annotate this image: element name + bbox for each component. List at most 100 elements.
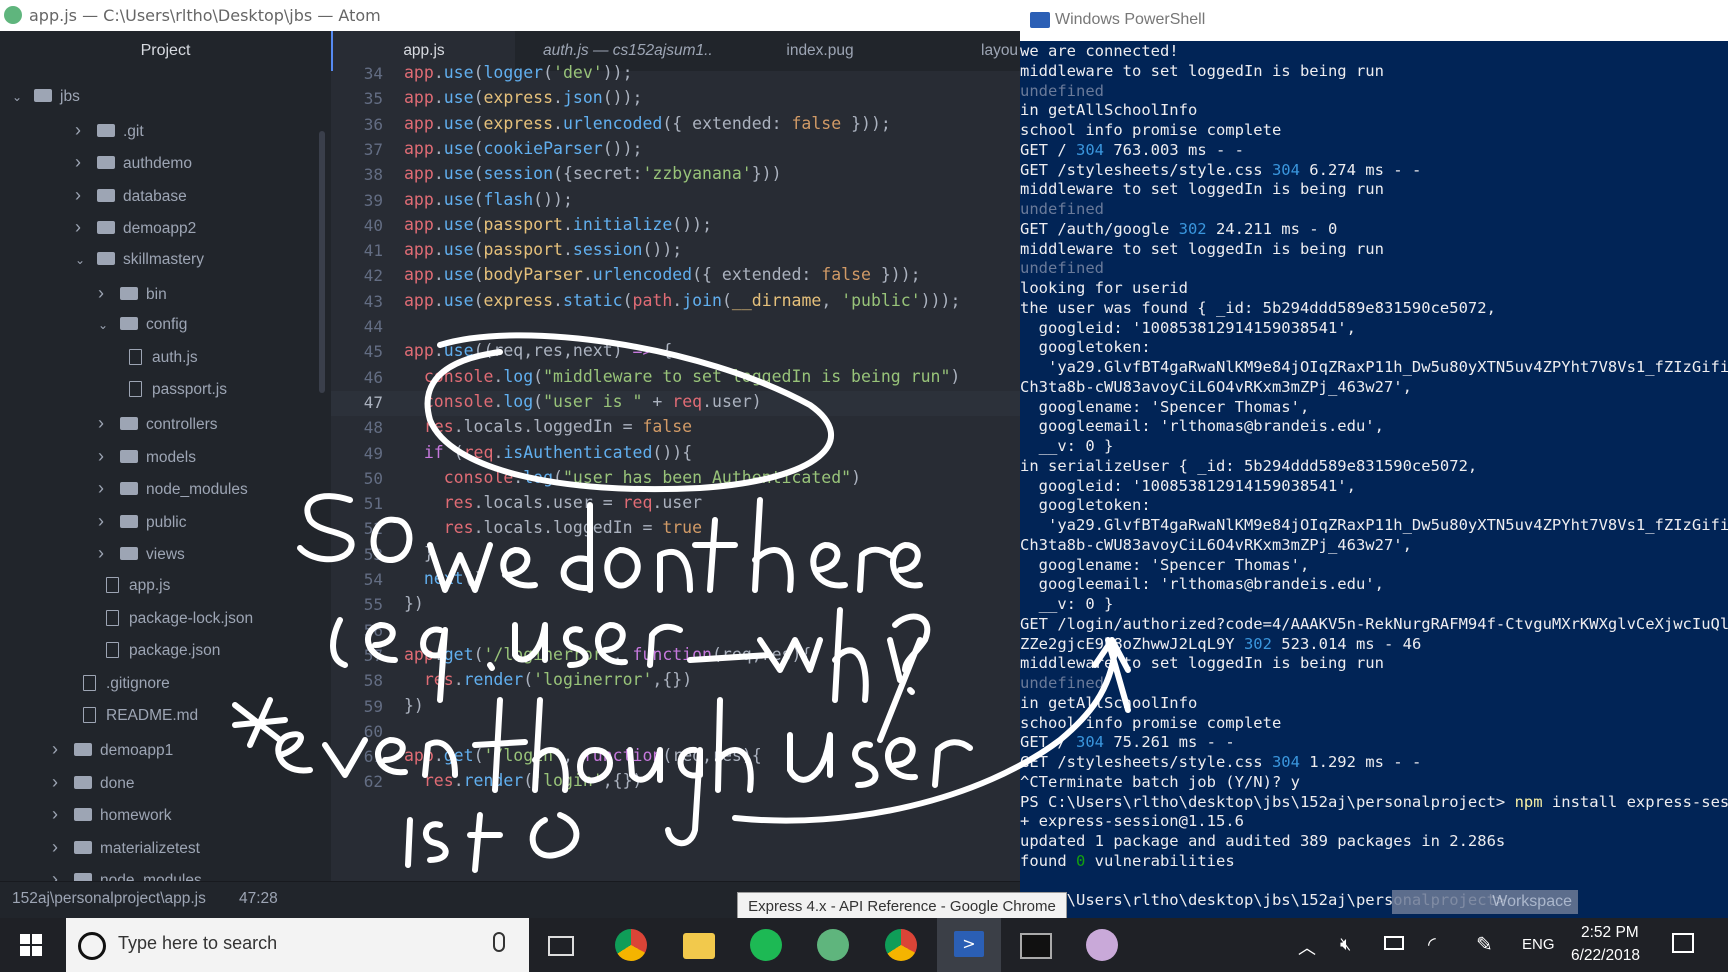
tree-scrollbar[interactable] (319, 131, 325, 393)
clock-date[interactable]: 6/22/2018 (1571, 947, 1640, 965)
console-line: middleware to set loggedIn is being run (1020, 180, 1384, 199)
console-line: 'ya29.GlvfBT4gaRwaNlKM9e84jOIqZRaxP11h_D… (1020, 516, 1728, 534)
taskbar-search[interactable]: Type here to search (66, 918, 529, 972)
code-line[interactable]: next() (404, 569, 484, 588)
tree-item-label: auth.js (152, 348, 198, 366)
code-line[interactable]: if (req.isAuthenticated()){ (404, 443, 692, 462)
tree-item-label: package-lock.json (129, 609, 254, 627)
code-line[interactable]: res.locals.loggedIn = false (404, 417, 692, 436)
tree-folder-models[interactable]: › models (98, 442, 196, 470)
folder-icon (74, 840, 92, 854)
powershell-taskbar-active[interactable]: > (937, 918, 1001, 972)
tree-folder-public[interactable]: › public (98, 507, 187, 535)
code-line[interactable]: app.use(cookieParser()); (404, 139, 642, 158)
tab-layout[interactable]: layou (981, 31, 1020, 71)
tree-folder-skillmastery[interactable]: ⌄ skillmastery (75, 246, 204, 274)
console-line: GET /login/authorized?code=4/AAAKV5n-Rek… (1020, 614, 1728, 633)
tree-folder-authdemo[interactable]: › authdemo (75, 148, 192, 176)
tree-folder-demoapp2[interactable]: › demoapp2 (75, 213, 196, 241)
tree-folder-views[interactable]: › views (98, 539, 185, 567)
github-icon[interactable] (1086, 929, 1118, 961)
pen-icon[interactable]: ✎ (1476, 932, 1493, 957)
tree-folder-node-modules[interactable]: › node_modules (98, 474, 248, 502)
volume-muted-icon[interactable]: 🔇︎ (1340, 934, 1351, 955)
code-line[interactable]: console.log("user is " + req.user) (404, 392, 762, 411)
folder-icon (74, 775, 92, 789)
powershell-icon (1030, 12, 1050, 28)
language-indicator[interactable]: ENG (1522, 936, 1555, 953)
windows-start-icon[interactable] (20, 934, 42, 956)
code-line[interactable]: console.log("user has been Authenticated… (404, 468, 861, 487)
code-line[interactable]: app.use(express.urlencoded({ extended: f… (404, 114, 891, 133)
tree-folder-controllers[interactable]: › controllers (98, 409, 218, 437)
chrome-icon[interactable] (615, 929, 647, 961)
tree-item-label: skillmastery (123, 251, 204, 268)
terminal-icon[interactable] (1020, 933, 1052, 959)
tree-folder-demoapp1[interactable]: › demoapp1 (52, 735, 173, 763)
tree-item-label: public (146, 513, 187, 531)
microphone-icon[interactable] (493, 932, 505, 952)
tree-file-package-json[interactable]: package.json (98, 637, 220, 665)
code-line[interactable]: }) (404, 696, 424, 715)
file-icon (129, 381, 142, 398)
tree-folder-git[interactable]: › .git (75, 116, 144, 144)
code-line[interactable]: console.log("middleware to set loggedIn … (404, 367, 960, 386)
status-file-path[interactable]: 152aj\personalproject\app.js (12, 890, 206, 908)
atom-title-bar: app.js — C:\Users\rltho\Desktop\jbs — At… (0, 0, 1020, 32)
wifi-icon[interactable]: ◜ (1428, 932, 1436, 957)
file-icon (106, 642, 119, 659)
tree-folder-jbs[interactable]: ⌄ jbs (12, 83, 80, 111)
code-line[interactable]: res.render('login',{}) (404, 771, 643, 790)
tree-folder-done[interactable]: › done (52, 768, 134, 796)
tree-file-readme-md[interactable]: README.md (75, 702, 198, 730)
code-line[interactable]: app.use(express.static(path.join(__dirna… (404, 291, 960, 310)
chrome-icon-2[interactable] (885, 929, 917, 961)
tree-folder-materializetest[interactable]: › materializetest (52, 833, 200, 861)
task-view-icon[interactable] (548, 936, 574, 956)
code-line[interactable]: }) (404, 594, 424, 613)
tab-index-pug[interactable]: index.pug (755, 31, 885, 71)
tree-item-label: models (146, 448, 196, 466)
tree-file-auth-js[interactable]: auth.js (121, 344, 198, 372)
console-line: GET /auth/google 302 24.211 ms - 0 (1020, 219, 1338, 238)
code-line[interactable]: app.use(bodyParser.urlencoded({ extended… (404, 265, 921, 284)
clock-time[interactable]: 2:52 PM (1581, 924, 1639, 942)
code-line[interactable]: app.use(express.json()); (404, 88, 642, 107)
notifications-icon[interactable] (1672, 933, 1694, 953)
file-explorer-icon[interactable] (683, 933, 715, 959)
code-line[interactable]: app.get('/login', function(req,res){ (404, 746, 762, 765)
line-number: 55 (363, 595, 383, 615)
line-number: 54 (363, 570, 383, 589)
code-line[interactable]: app.use((req,res,next) => { (404, 341, 672, 360)
code-line[interactable]: app.use(passport.session()); (404, 240, 682, 259)
tree-folder-database[interactable]: › database (75, 181, 187, 209)
tree-folder-homework[interactable]: › homework (52, 800, 172, 828)
project-tree[interactable]: Project ⌄ jbs › .git › authdemo › database › demo… (0, 31, 331, 889)
tree-file-gitignore[interactable]: .gitignore (75, 670, 170, 698)
tree-folder-bin[interactable]: › bin (98, 279, 167, 307)
atom-taskbar-icon[interactable] (817, 929, 849, 961)
powershell-console[interactable]: we are connected! middleware to set logge… (1020, 41, 1728, 918)
code-line[interactable]: } (404, 544, 434, 563)
spotify-icon[interactable] (750, 929, 782, 961)
tree-file-passport-js[interactable]: passport.js (121, 376, 227, 404)
code-line[interactable]: res.locals.user = req.user (404, 493, 702, 512)
code-line[interactable]: res.render('loginerror',{}) (404, 670, 692, 689)
chevron-right-icon: › (98, 445, 104, 466)
tray-chevron-up-icon[interactable]: ︿ (1298, 934, 1316, 960)
code-line[interactable]: res.locals.loggedIn = true (404, 518, 702, 537)
console-line: ZZe2gjcE9b8oZhwwJ2LqL9Y 302 523.014 ms -… (1020, 634, 1422, 653)
code-line[interactable]: app.use(logger('dev')); (404, 63, 633, 82)
tree-file-package-lock-json[interactable]: package-lock.json (98, 605, 253, 633)
code-line[interactable]: app.use(session({secret:'zzbyanana'})) (404, 164, 782, 183)
tree-folder-config[interactable]: ⌄ config (98, 311, 187, 339)
battery-icon[interactable] (1384, 936, 1404, 950)
code-editor[interactable]: 34 app.use(logger('dev')); 35 app.use(expre… (331, 63, 1020, 881)
console-line: 'ya29.GlvfBT4gaRwaNlKM9e84jOIqZRaxP11h_D… (1020, 358, 1728, 376)
code-line[interactable]: app.use(flash()); (404, 190, 573, 209)
tree-file-app-js[interactable]: app.js (98, 572, 170, 600)
chevron-right-icon: › (52, 771, 58, 792)
code-line[interactable]: app.use(passport.initialize()); (404, 215, 712, 234)
status-cursor-position[interactable]: 47:28 (239, 890, 278, 908)
code-line[interactable]: app.get('/loginerror', function(req,res)… (404, 645, 811, 664)
